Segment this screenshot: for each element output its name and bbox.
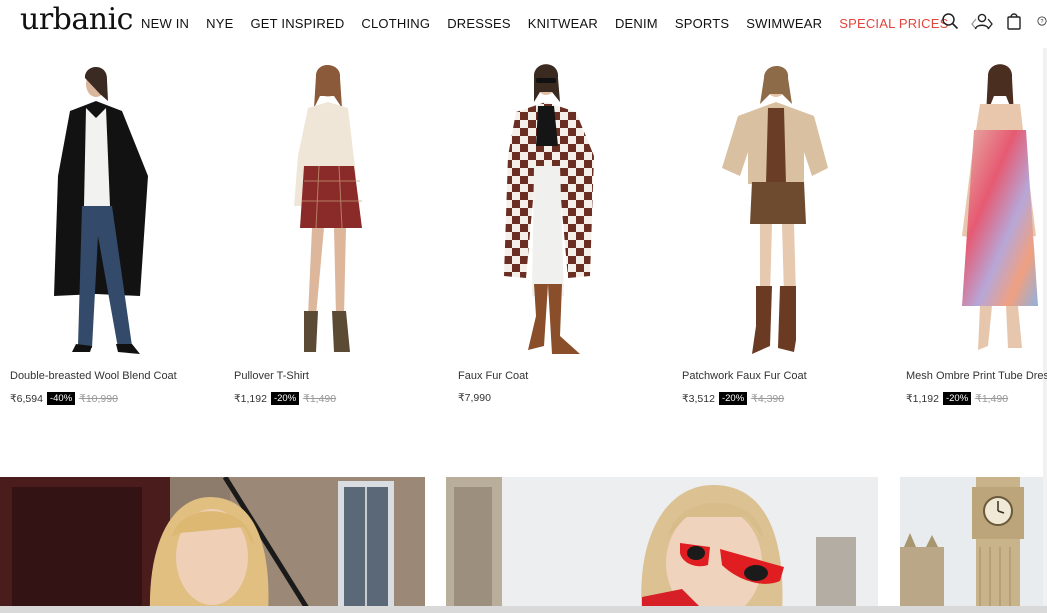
discount-badge: -40% <box>46 392 76 405</box>
product-name[interactable]: Pullover T-Shirt <box>234 370 309 382</box>
product-price: ₹1,192 <box>234 392 267 405</box>
brand-logo[interactable]: urbanic <box>20 2 133 38</box>
product-card[interactable]: Pullover T-Shirt ₹1,192 -20% ₹1,490 <box>224 56 448 416</box>
nav-item-nye[interactable]: NYE <box>206 15 233 33</box>
nav-item-clothing[interactable]: CLOTHING <box>361 15 430 33</box>
price-row: ₹1,192 -20% ₹1,490 <box>234 392 336 405</box>
nav-item-get-inspired[interactable]: GET INSPIRED <box>251 15 345 33</box>
product-price: ₹3,512 <box>682 392 715 405</box>
help-icon[interactable]: ? <box>1037 12 1047 30</box>
product-image[interactable] <box>224 56 448 358</box>
product-name[interactable]: Double-breasted Wool Blend Coat <box>10 370 177 382</box>
nav-item-knitwear[interactable]: KNITWEAR <box>528 15 598 33</box>
bag-icon[interactable] <box>1005 12 1023 30</box>
product-image[interactable] <box>672 56 896 358</box>
original-price: ₹1,490 <box>975 392 1009 405</box>
original-price: ₹10,990 <box>79 392 118 405</box>
main-navigation: NEW IN NYE GET INSPIRED CLOTHING DRESSES… <box>141 15 994 33</box>
banner-image-big-ben[interactable] <box>900 477 1043 613</box>
product-card[interactable]: Double-breasted Wool Blend Coat ₹6,594 -… <box>0 56 224 416</box>
nav-item-sports[interactable]: SPORTS <box>675 15 729 33</box>
product-price: ₹1,192 <box>906 392 939 405</box>
header-icons: ? <box>941 12 1047 30</box>
search-icon[interactable] <box>941 12 959 30</box>
price-row: ₹6,594 -40% ₹10,990 <box>10 392 118 405</box>
product-price: ₹6,594 <box>10 392 43 405</box>
product-card[interactable]: Mesh Ombre Print Tube Dress ₹1,192 -20% … <box>896 56 1047 416</box>
product-name[interactable]: Mesh Ombre Print Tube Dress <box>906 370 1047 382</box>
nav-item-swimwear[interactable]: SWIMWEAR <box>746 15 822 33</box>
nav-item-denim[interactable]: DENIM <box>615 15 658 33</box>
product-name[interactable]: Faux Fur Coat <box>458 370 528 382</box>
price-row: ₹7,990 <box>458 392 491 404</box>
horizontal-scrollbar[interactable] <box>0 606 1047 613</box>
page: urbanic NEW IN NYE GET INSPIRED CLOTHING… <box>0 0 1047 613</box>
discount-badge: -20% <box>942 392 972 405</box>
nav-item-dresses[interactable]: DRESSES <box>447 15 511 33</box>
product-image[interactable] <box>0 56 224 358</box>
product-carousel: Double-breasted Wool Blend Coat ₹6,594 -… <box>0 56 1047 416</box>
nav-item-special-prices[interactable]: SPECIAL PRICES <box>839 15 948 33</box>
original-price: ₹1,490 <box>303 392 337 405</box>
discount-badge: -20% <box>718 392 748 405</box>
product-image[interactable] <box>448 56 672 358</box>
discount-badge: -20% <box>270 392 300 405</box>
nav-item-new-in[interactable]: NEW IN <box>141 15 189 33</box>
price-row: ₹1,192 -20% ₹1,490 <box>906 392 1008 405</box>
product-price: ₹7,990 <box>458 392 491 404</box>
product-card[interactable]: Faux Fur Coat ₹7,990 <box>448 56 672 416</box>
price-row: ₹3,512 -20% ₹4,390 <box>682 392 784 405</box>
user-icon[interactable] <box>973 12 991 30</box>
original-price: ₹4,390 <box>751 392 785 405</box>
product-card[interactable]: Patchwork Faux Fur Coat ₹3,512 -20% ₹4,3… <box>672 56 896 416</box>
banner-row <box>0 477 1047 613</box>
product-name[interactable]: Patchwork Faux Fur Coat <box>682 370 807 382</box>
svg-text:?: ? <box>1040 19 1043 25</box>
product-image[interactable] <box>896 56 1043 358</box>
banner-image-woman-red-sunglasses[interactable] <box>446 477 878 613</box>
banner-image-blonde-woman-london-window[interactable] <box>0 477 425 613</box>
site-header: urbanic NEW IN NYE GET INSPIRED CLOTHING… <box>0 0 1047 48</box>
